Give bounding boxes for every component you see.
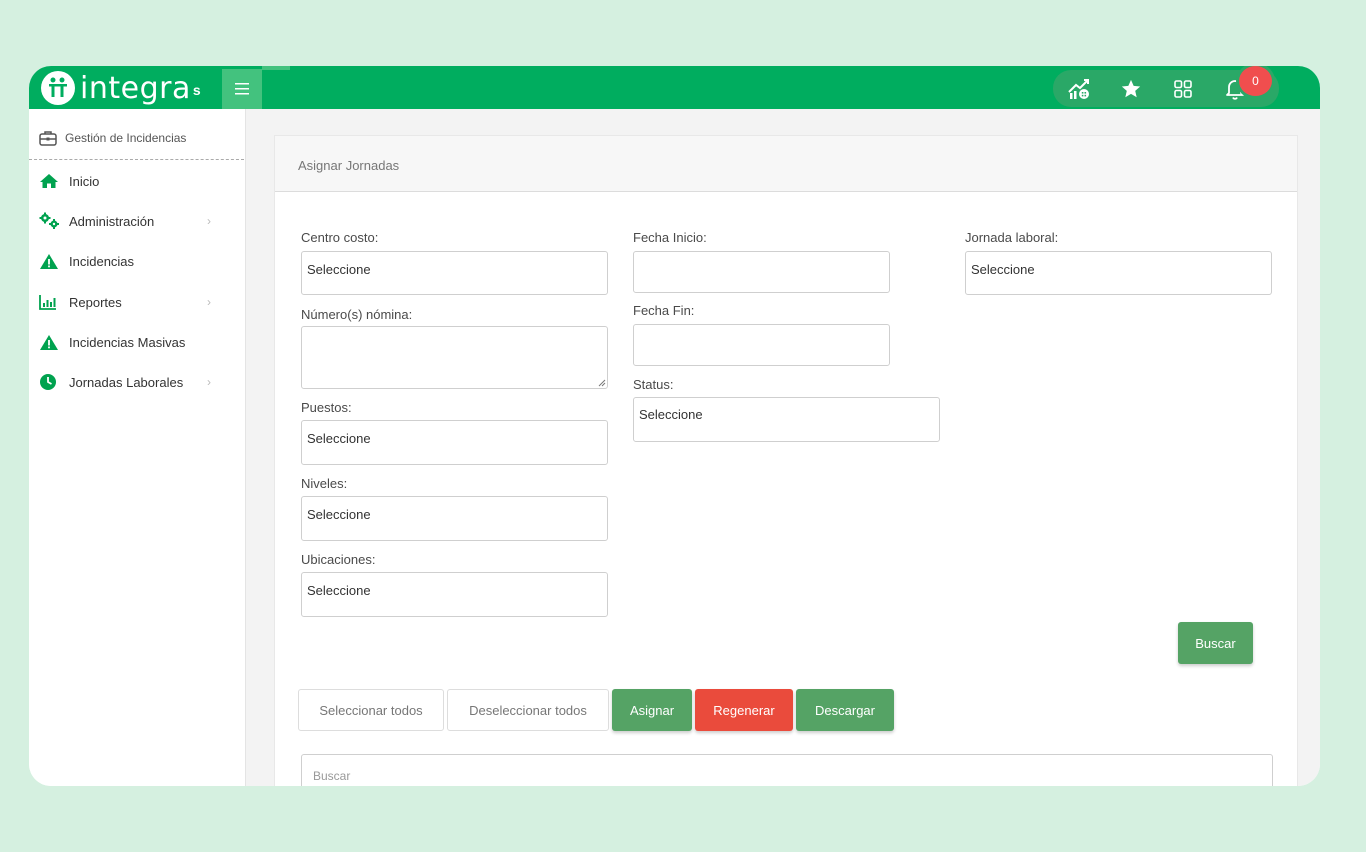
hamburger-icon [235, 83, 249, 95]
house-chart-icon[interactable] [1065, 75, 1093, 103]
bar-chart-icon [39, 293, 61, 311]
niveles-select[interactable]: Seleccione [301, 496, 608, 541]
logo-text: integra [80, 70, 191, 106]
resize-handle-icon[interactable] [598, 379, 606, 387]
asignar-jornadas-card: Asignar Jornadas Centro costo: Seleccion… [274, 135, 1298, 786]
sidebar-divider [29, 159, 244, 160]
top-bar: integra s 0 [29, 66, 1320, 109]
centro-costo-label: Centro costo: [301, 230, 379, 245]
logo-sub-text: s [192, 82, 201, 98]
sidebar-item-reportes[interactable]: Reportes › [39, 293, 219, 311]
grid-icon[interactable] [1169, 75, 1197, 103]
ubicaciones-select[interactable]: Seleccione [301, 572, 608, 617]
briefcase-icon [39, 131, 57, 146]
chevron-right-icon: › [207, 295, 211, 309]
sidebar-item-jornadas-laborales[interactable]: Jornadas Laborales › [39, 373, 219, 391]
logo-mark-icon [41, 71, 75, 105]
ubicaciones-label: Ubicaciones: [301, 552, 376, 567]
header-icon-bar: 0 [1053, 66, 1279, 107]
sidebar: Gestión de Incidencias Inicio Administra… [29, 109, 246, 786]
numero-nomina-textarea[interactable] [301, 326, 608, 389]
fecha-inicio-input[interactable] [633, 251, 890, 293]
asignar-button[interactable]: Asignar [612, 689, 692, 731]
chevron-right-icon: › [207, 214, 211, 228]
home-icon [39, 172, 61, 190]
app-window: integra s 0 Gestión de Incidencias Inici… [29, 66, 1320, 786]
sidebar-item-label: Jornadas Laborales [69, 374, 184, 390]
regenerar-button[interactable]: Regenerar [695, 689, 793, 731]
sidebar-heading: Gestión de Incidencias [39, 130, 186, 146]
sidebar-item-label: Inicio [69, 173, 100, 189]
jornada-laboral-select[interactable]: Seleccione [965, 251, 1272, 295]
clock-icon [39, 373, 61, 391]
buscar-button[interactable]: Buscar [1178, 622, 1253, 664]
jornada-laboral-label: Jornada laboral: [965, 230, 1059, 245]
sidebar-item-incidencias[interactable]: Incidencias [39, 252, 219, 270]
warning-icon [39, 333, 61, 351]
star-icon[interactable] [1117, 75, 1145, 103]
notification-badge[interactable]: 0 [1239, 66, 1272, 96]
centro-costo-select[interactable]: Seleccione [301, 251, 608, 295]
sidebar-item-label: Reportes [69, 294, 122, 310]
sidebar-item-incidencias-masivas[interactable]: Incidencias Masivas [39, 333, 219, 351]
sidebar-item-label: Administración [69, 213, 155, 229]
main-content: Asignar Jornadas Centro costo: Seleccion… [246, 109, 1320, 786]
chevron-right-icon: › [207, 375, 211, 389]
sidebar-item-label: Incidencias [69, 253, 135, 269]
logo[interactable]: integra s [41, 70, 201, 106]
puestos-label: Puestos: [301, 400, 352, 415]
niveles-label: Niveles: [301, 476, 348, 491]
search-input[interactable]: Buscar [301, 754, 1273, 786]
numero-nomina-label: Número(s) nómina: [301, 307, 413, 322]
sidebar-item-administracion[interactable]: Administración › [39, 212, 219, 230]
warning-icon [39, 252, 61, 270]
fecha-fin-input[interactable] [633, 324, 890, 366]
card-title: Asignar Jornadas [275, 136, 1297, 192]
status-label: Status: [633, 377, 674, 392]
descargar-button[interactable]: Descargar [796, 689, 894, 731]
puestos-select[interactable]: Seleccione [301, 420, 608, 465]
fecha-inicio-label: Fecha Inicio: [633, 230, 707, 245]
sidebar-heading-label: Gestión de Incidencias [65, 131, 187, 145]
status-select[interactable]: Seleccione [633, 397, 940, 442]
gears-icon [39, 212, 61, 230]
deseleccionar-todos-button[interactable]: Deseleccionar todos [447, 689, 609, 731]
menu-toggle-button[interactable] [222, 69, 262, 109]
fecha-fin-label: Fecha Fin: [633, 303, 695, 318]
menu-button-tab [262, 66, 290, 70]
sidebar-item-label: Incidencias Masivas [69, 334, 186, 350]
seleccionar-todos-button[interactable]: Seleccionar todos [298, 689, 444, 731]
sidebar-item-inicio[interactable]: Inicio [39, 172, 219, 190]
